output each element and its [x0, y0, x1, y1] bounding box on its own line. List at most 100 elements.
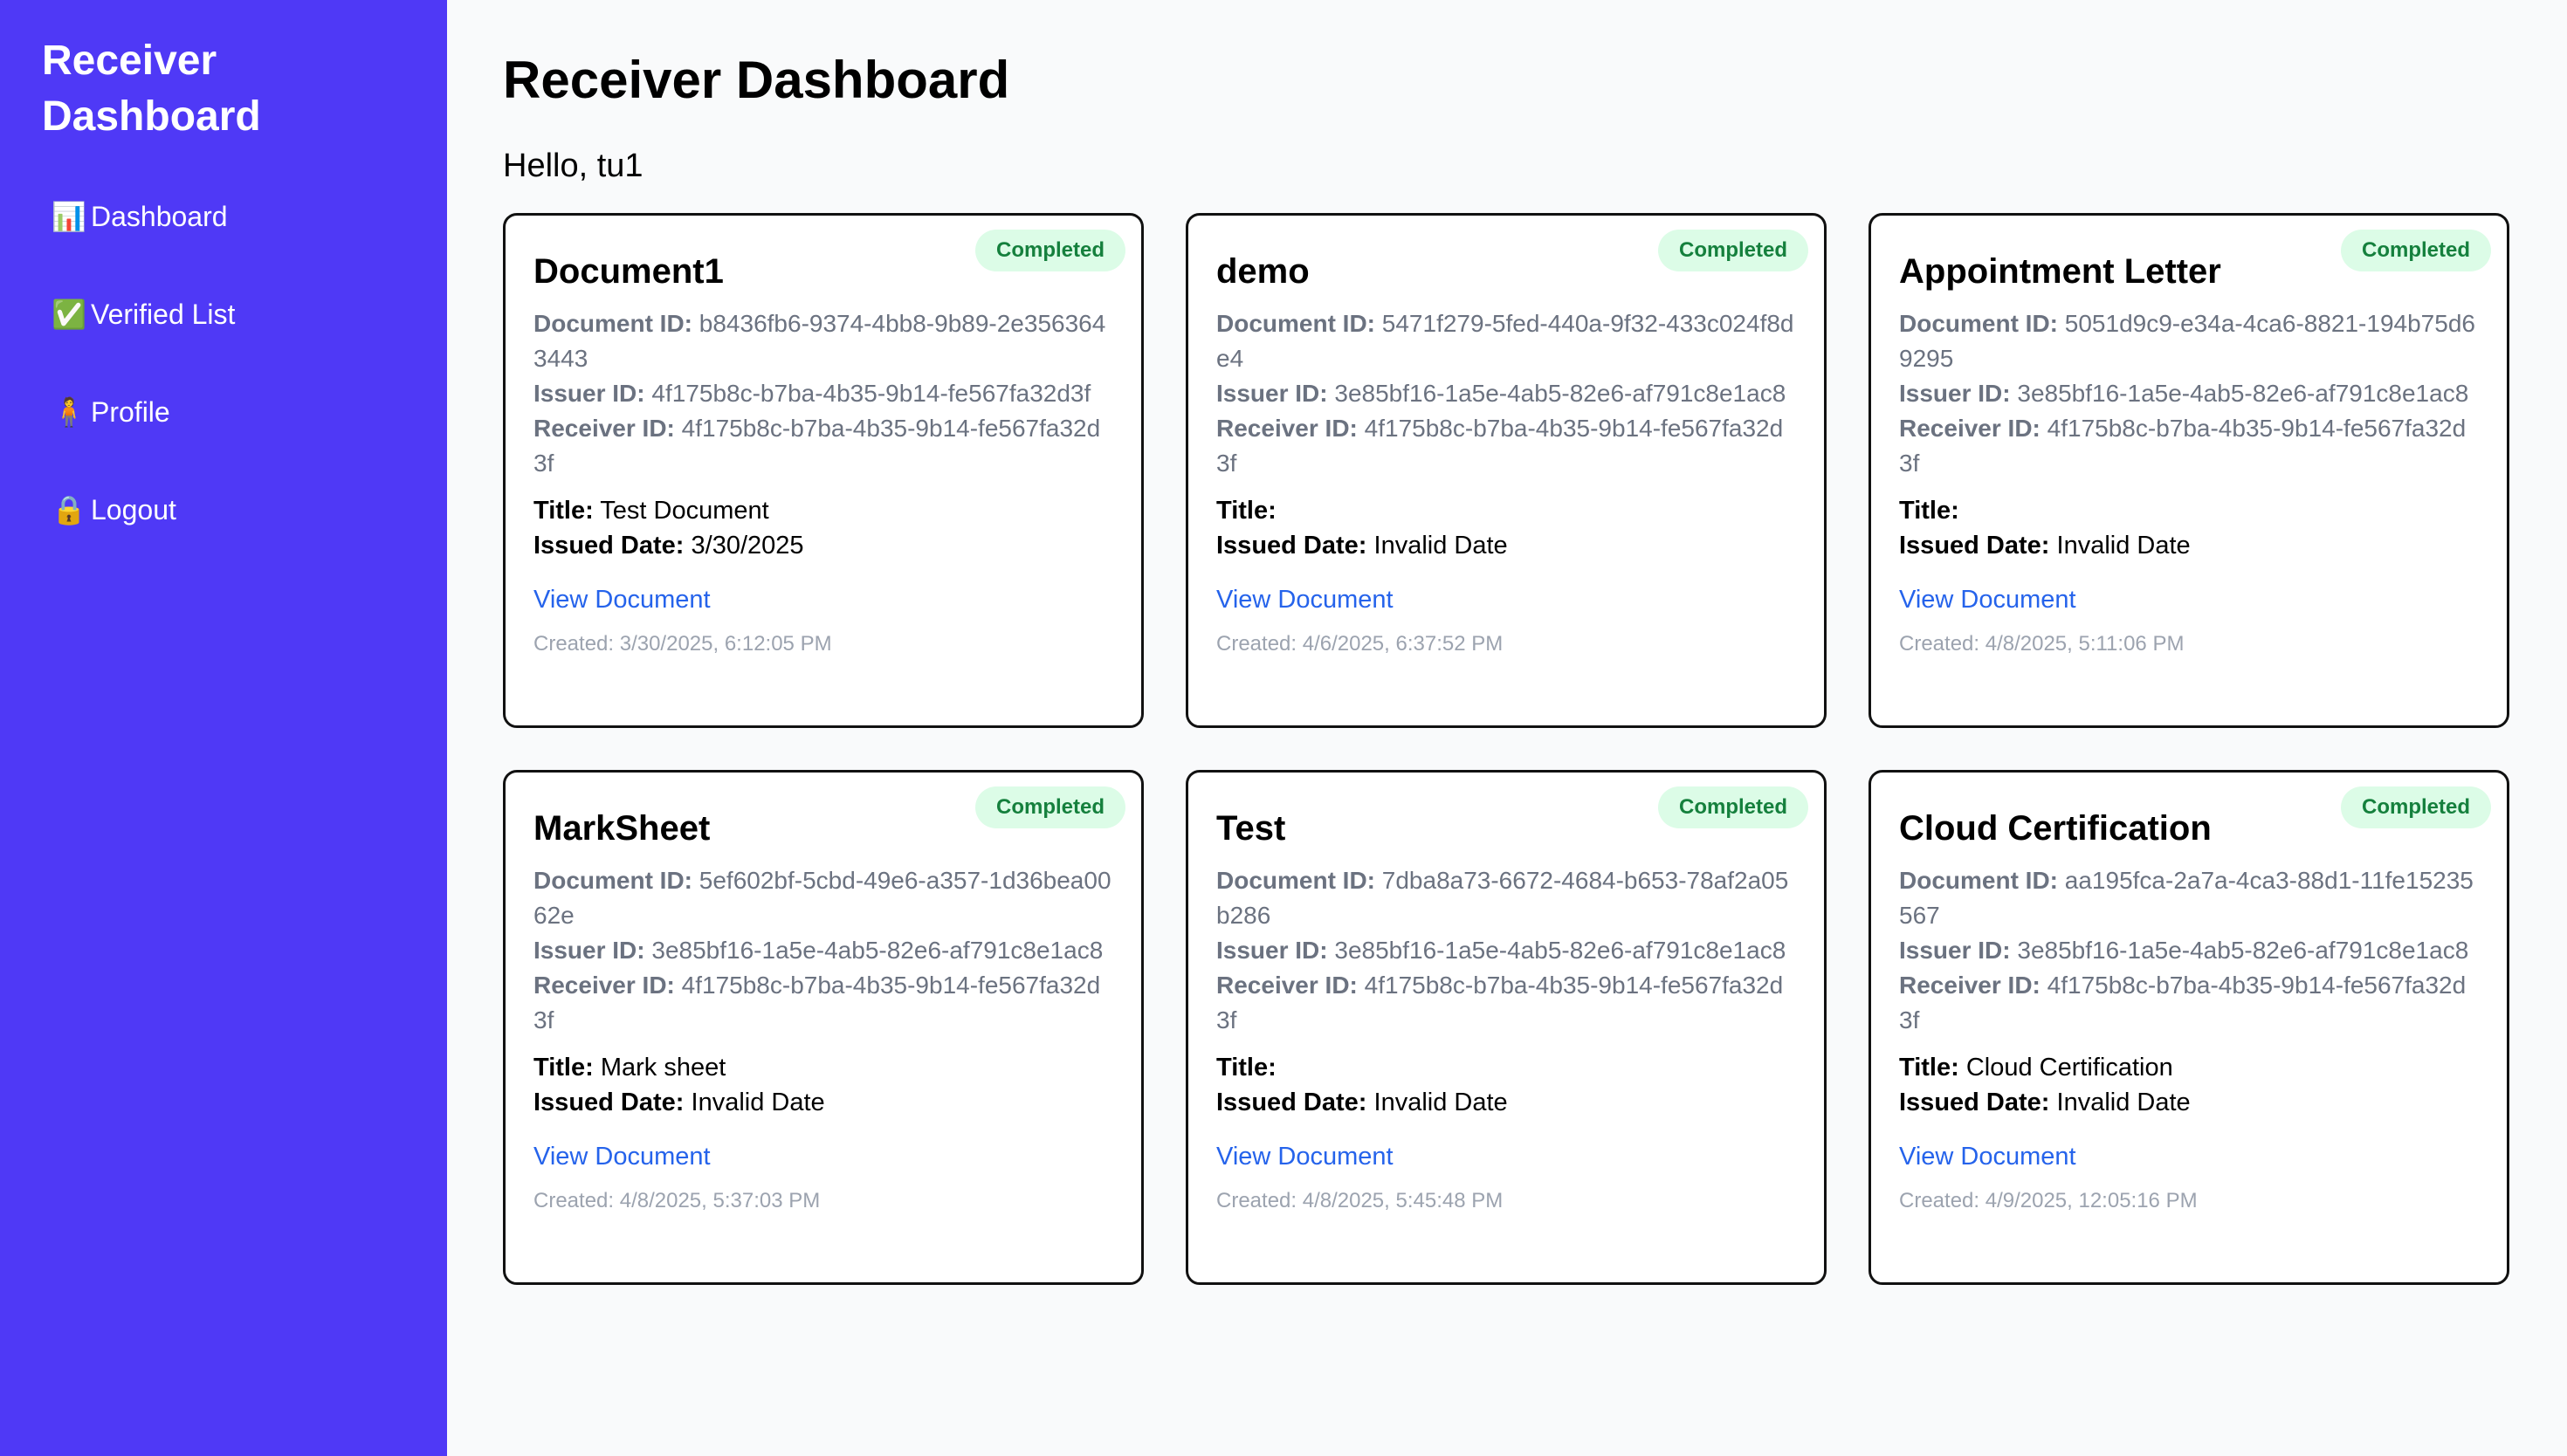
issued-date-label: Issued Date:: [533, 1089, 685, 1116]
title-label: Title:: [533, 497, 594, 525]
status-badge: Completed: [2340, 230, 2491, 271]
issuer-id-label: Issuer ID:: [1899, 380, 2011, 407]
person-icon: 🧍: [52, 396, 86, 428]
receiver-id-label: Receiver ID:: [533, 415, 675, 442]
issued-date-label: Issued Date:: [1216, 532, 1367, 560]
document-id-row: Document ID: 5ef602bf-5cbd-49e6-a357-1d3…: [533, 863, 1113, 933]
issued-date-row: Issued Date: Invalid Date: [533, 1085, 1113, 1120]
document-id-row: Document ID: 5051d9c9-e34a-4ca6-8821-194…: [1899, 306, 2479, 376]
document-id-row: Document ID: 7dba8a73-6672-4684-b653-78a…: [1216, 863, 1796, 933]
sidebar-item-logout[interactable]: 🔒 Logout: [42, 484, 447, 536]
document-id-label: Document ID:: [1899, 310, 2058, 337]
created-timestamp: Created: 4/9/2025, 12:05:16 PM: [1899, 1189, 2198, 1212]
status-badge: Completed: [974, 230, 1125, 271]
created-timestamp: Created: 3/30/2025, 6:12:05 PM: [533, 632, 832, 656]
document-meta: Title: Cloud Certification Issued Date: …: [1899, 1050, 2479, 1120]
document-ids: Document ID: 5ef602bf-5cbd-49e6-a357-1d3…: [533, 863, 1113, 1038]
issued-date-row: Issued Date: Invalid Date: [1899, 528, 2479, 563]
receiver-id-label: Receiver ID:: [1216, 415, 1358, 442]
sidebar-item-label: Profile: [91, 395, 170, 428]
sidebar-item-profile[interactable]: 🧍 Profile: [42, 386, 447, 438]
document-id-label: Document ID:: [533, 310, 692, 337]
document-meta: Title: Issued Date: Invalid Date: [1216, 493, 1796, 563]
issued-date-value: Invalid Date: [2056, 1089, 2191, 1116]
greeting: Hello, tu1: [503, 148, 643, 184]
view-document-link[interactable]: View Document: [1216, 1139, 1796, 1174]
issuer-id-row: Issuer ID: 3e85bf16-1a5e-4ab5-82e6-af791…: [1216, 376, 1796, 411]
issued-date-label: Issued Date:: [1899, 1089, 2050, 1116]
document-id-label: Document ID:: [533, 867, 692, 894]
issuer-id-row: Issuer ID: 3e85bf16-1a5e-4ab5-82e6-af791…: [1216, 933, 1796, 968]
issuer-id-label: Issuer ID:: [533, 937, 645, 964]
sidebar-item-dashboard[interactable]: 📊 Dashboard: [42, 190, 447, 243]
sidebar: Receiver Dashboard 📊 Dashboard ✅ Verifie…: [0, 0, 447, 1456]
issued-date-label: Issued Date:: [1899, 532, 2050, 560]
document-grid: Completed Document1 Document ID: b8436fb…: [503, 213, 2511, 1285]
issued-date-value: Invalid Date: [1373, 1089, 1508, 1116]
view-document-link[interactable]: View Document: [1899, 1139, 2479, 1174]
created-timestamp: Created: 4/8/2025, 5:45:48 PM: [1216, 1189, 1504, 1212]
document-meta: Title: Mark sheet Issued Date: Invalid D…: [533, 1050, 1113, 1120]
chart-icon: 📊: [52, 201, 86, 232]
document-ids: Document ID: 5471f279-5fed-440a-9f32-433…: [1216, 306, 1796, 481]
document-meta: Title: Issued Date: Invalid Date: [1216, 1050, 1796, 1120]
issuer-id-row: Issuer ID: 3e85bf16-1a5e-4ab5-82e6-af791…: [533, 933, 1113, 968]
sidebar-item-verified-list[interactable]: ✅ Verified List: [42, 288, 447, 340]
issuer-id-label: Issuer ID:: [1216, 380, 1328, 407]
receiver-id-label: Receiver ID:: [1899, 415, 2041, 442]
title-value: Mark sheet: [600, 1054, 726, 1082]
title-row: Title:: [1899, 493, 2479, 528]
document-ids: Document ID: b8436fb6-9374-4bb8-9b89-2e3…: [533, 306, 1113, 481]
issuer-id-value: 3e85bf16-1a5e-4ab5-82e6-af791c8e1ac8: [2017, 937, 2469, 964]
issued-date-value: Invalid Date: [1373, 532, 1508, 560]
main-content: Receiver Dashboard Hello, tu1 Completed …: [447, 0, 2567, 1456]
lock-icon: 🔒: [52, 494, 86, 525]
status-badge: Completed: [2340, 786, 2491, 828]
issuer-id-value: 3e85bf16-1a5e-4ab5-82e6-af791c8e1ac8: [1334, 380, 1786, 407]
issued-date-value: 3/30/2025: [691, 532, 804, 560]
title-label: Title:: [1899, 1054, 1959, 1082]
receiver-id-label: Receiver ID:: [1899, 972, 2041, 999]
issued-date-row: Issued Date: Invalid Date: [1216, 1085, 1796, 1120]
issuer-id-value: 3e85bf16-1a5e-4ab5-82e6-af791c8e1ac8: [1334, 937, 1786, 964]
issuer-id-value: 3e85bf16-1a5e-4ab5-82e6-af791c8e1ac8: [2017, 380, 2469, 407]
issued-date-row: Issued Date: Invalid Date: [1899, 1085, 2479, 1120]
document-card: Completed MarkSheet Document ID: 5ef602b…: [503, 770, 1144, 1285]
receiver-id-row: Receiver ID: 4f175b8c-b7ba-4b35-9b14-fe5…: [1216, 411, 1796, 481]
issued-date-label: Issued Date:: [533, 532, 685, 560]
receiver-id-row: Receiver ID: 4f175b8c-b7ba-4b35-9b14-fe5…: [1899, 411, 2479, 481]
title-row: Title:: [1216, 493, 1796, 528]
status-badge: Completed: [1657, 230, 1808, 271]
issuer-id-label: Issuer ID:: [533, 380, 645, 407]
issuer-id-value: 4f175b8c-b7ba-4b35-9b14-fe567fa32d3f: [651, 380, 1091, 407]
title-row: Title: Mark sheet: [533, 1050, 1113, 1085]
view-document-link[interactable]: View Document: [533, 582, 1113, 617]
sidebar-brand: Receiver Dashboard: [42, 38, 261, 140]
issuer-id-label: Issuer ID:: [1899, 937, 2011, 964]
document-ids: Document ID: 7dba8a73-6672-4684-b653-78a…: [1216, 863, 1796, 1038]
document-card: Completed demo Document ID: 5471f279-5fe…: [1186, 213, 1827, 728]
issued-date-row: Issued Date: Invalid Date: [1216, 528, 1796, 563]
title-label: Title:: [1216, 497, 1277, 525]
created-timestamp: Created: 4/6/2025, 6:37:52 PM: [1216, 632, 1504, 656]
status-badge: Completed: [1657, 786, 1808, 828]
document-card: Completed Document1 Document ID: b8436fb…: [503, 213, 1144, 728]
check-icon: ✅: [52, 299, 86, 330]
document-card: Completed Test Document ID: 7dba8a73-667…: [1186, 770, 1827, 1285]
created-timestamp: Created: 4/8/2025, 5:37:03 PM: [533, 1189, 821, 1212]
view-document-link[interactable]: View Document: [533, 1139, 1113, 1174]
issued-date-row: Issued Date: 3/30/2025: [533, 528, 1113, 563]
receiver-id-row: Receiver ID: 4f175b8c-b7ba-4b35-9b14-fe5…: [1899, 968, 2479, 1038]
sidebar-nav: 📊 Dashboard ✅ Verified List 🧍 Profile 🔒 …: [42, 190, 447, 536]
title-row: Title: Cloud Certification: [1899, 1050, 2479, 1085]
issuer-id-value: 3e85bf16-1a5e-4ab5-82e6-af791c8e1ac8: [651, 937, 1104, 964]
issuer-id-row: Issuer ID: 4f175b8c-b7ba-4b35-9b14-fe567…: [533, 376, 1113, 411]
issued-date-value: Invalid Date: [691, 1089, 825, 1116]
issuer-id-label: Issuer ID:: [1216, 937, 1328, 964]
view-document-link[interactable]: View Document: [1216, 582, 1796, 617]
view-document-link[interactable]: View Document: [1899, 582, 2479, 617]
title-label: Title:: [533, 1054, 594, 1082]
document-card: Completed Cloud Certification Document I…: [1868, 770, 2509, 1285]
document-id-label: Document ID:: [1899, 867, 2058, 894]
receiver-id-row: Receiver ID: 4f175b8c-b7ba-4b35-9b14-fe5…: [533, 968, 1113, 1038]
